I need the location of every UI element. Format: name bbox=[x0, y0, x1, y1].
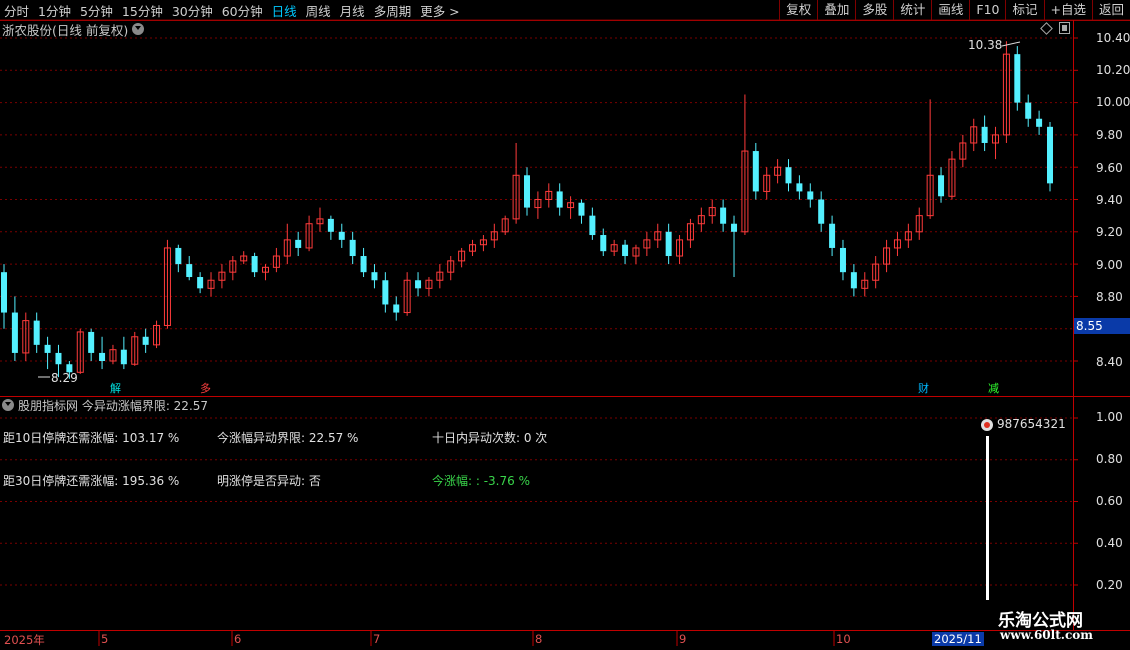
high-price-label: 10.38 bbox=[968, 38, 1003, 52]
flag-icon-center bbox=[984, 422, 990, 428]
candle-body bbox=[731, 223, 738, 232]
y-tick: 10.00 bbox=[1096, 95, 1130, 109]
indicator-text: 明涨停是否异动: 否 bbox=[217, 474, 321, 488]
candle-body bbox=[11, 312, 18, 353]
candle-body bbox=[88, 331, 95, 353]
candle-body bbox=[622, 244, 629, 257]
candle-body bbox=[120, 349, 127, 365]
sub-y-tick: 0.80 bbox=[1096, 452, 1123, 466]
candle-body bbox=[327, 218, 334, 232]
low-price-label: 8.29 bbox=[51, 371, 78, 385]
indicator-title: 股朋指标网 今异动涨幅界限: 22.57 bbox=[18, 398, 209, 413]
candle-body bbox=[600, 235, 607, 252]
candle-body bbox=[371, 272, 378, 281]
grid-lines bbox=[0, 37, 1078, 586]
chart-frame bbox=[0, 20, 1130, 646]
candle-body bbox=[338, 231, 345, 240]
candlestick-series bbox=[1, 41, 1053, 600]
candle-body bbox=[796, 183, 803, 192]
event-marker[interactable]: 多 bbox=[200, 380, 211, 396]
event-marker[interactable]: 减 bbox=[988, 380, 999, 396]
candle-body bbox=[524, 175, 530, 208]
date-label: 6 bbox=[234, 632, 242, 646]
sub-y-tick: 0.20 bbox=[1096, 578, 1123, 592]
candle-body bbox=[807, 191, 814, 200]
candle-body bbox=[938, 175, 945, 197]
date-label: 9 bbox=[679, 632, 687, 646]
candle-body bbox=[251, 256, 258, 273]
candle-body bbox=[382, 280, 389, 305]
sub-y-tick: 1.00 bbox=[1096, 410, 1123, 424]
candle-body bbox=[981, 126, 988, 143]
indicator-text: 十日内异动次数: 0 次 bbox=[432, 431, 548, 445]
indicator-text: 今涨幅: : -3.76 % bbox=[432, 474, 530, 488]
candle-body bbox=[175, 247, 182, 265]
candle-body bbox=[720, 207, 727, 224]
indicator-text: 距30日停牌还需涨幅: 195.36 % bbox=[3, 474, 180, 488]
stock-title: 浙农股份(日线 前复权) bbox=[2, 22, 129, 38]
candle-body bbox=[839, 247, 846, 273]
indicator-text: 距10日停牌还需涨幅: 103.17 % bbox=[3, 431, 180, 445]
date-label: 8 bbox=[535, 632, 543, 646]
sub-y-tick: 0.60 bbox=[1096, 494, 1123, 508]
indicator-header: 股朋指标网 今异动涨幅界限: 22.57 bbox=[2, 397, 208, 413]
y-tick: 9.60 bbox=[1096, 161, 1123, 175]
panel-toggle-icon[interactable] bbox=[1059, 22, 1070, 34]
chart-area[interactable] bbox=[0, 0, 1130, 650]
chevron-down-icon[interactable] bbox=[2, 399, 14, 411]
candle-body bbox=[349, 239, 356, 257]
candle-body bbox=[186, 264, 193, 278]
date-label: 2025年 bbox=[4, 633, 45, 647]
chevron-down-icon[interactable] bbox=[132, 23, 145, 35]
candle-body bbox=[829, 223, 836, 248]
main-chart-header: 浙农股份(日线 前复权) bbox=[2, 21, 145, 38]
candle-body bbox=[142, 336, 149, 345]
candle-body bbox=[197, 277, 204, 289]
watermark-url: www.60lt.com bbox=[1000, 628, 1093, 642]
candle-body bbox=[393, 304, 400, 313]
sub-y-tick: 0.40 bbox=[1096, 536, 1123, 550]
candle-body bbox=[665, 231, 672, 257]
candle-body bbox=[785, 167, 792, 184]
active-date-label: 2025/11 bbox=[932, 632, 984, 646]
current-price-badge: 8.55 bbox=[1074, 318, 1130, 334]
date-label: 5 bbox=[101, 632, 109, 646]
candle-body bbox=[752, 151, 759, 192]
indicator-bar bbox=[986, 436, 989, 600]
candle-body bbox=[99, 352, 106, 361]
event-marker[interactable]: 解 bbox=[110, 380, 121, 396]
indicator-text: 今涨幅异动界限: 22.57 % bbox=[217, 431, 359, 445]
candle-body bbox=[1014, 54, 1021, 103]
y-tick: 8.40 bbox=[1096, 355, 1123, 369]
candle-body bbox=[55, 352, 62, 365]
candle-body bbox=[850, 272, 857, 289]
date-label: 10 bbox=[836, 632, 851, 646]
candle-body bbox=[589, 215, 596, 236]
y-tick: 10.40 bbox=[1096, 31, 1130, 45]
y-tick: 10.20 bbox=[1096, 63, 1130, 77]
date-label: 7 bbox=[373, 632, 381, 646]
high-pointer bbox=[1001, 41, 1021, 47]
candle-body bbox=[415, 280, 422, 289]
indicator-value-label: 987654321 bbox=[997, 417, 1066, 431]
candle-body bbox=[1, 272, 7, 313]
candle-body bbox=[44, 344, 51, 353]
candle-body bbox=[1047, 126, 1053, 184]
candle-body bbox=[1036, 118, 1043, 127]
candle-body bbox=[360, 256, 367, 273]
event-marker[interactable]: 财 bbox=[918, 380, 929, 396]
candle-body bbox=[1025, 102, 1032, 119]
candle-body bbox=[818, 199, 825, 224]
y-tick: 9.00 bbox=[1096, 258, 1123, 272]
candle-body bbox=[578, 202, 585, 216]
y-tick: 9.80 bbox=[1096, 128, 1123, 142]
y-tick: 9.20 bbox=[1096, 225, 1123, 239]
y-tick: 9.40 bbox=[1096, 193, 1123, 207]
y-tick: 8.80 bbox=[1096, 290, 1123, 304]
candle-body bbox=[295, 239, 302, 248]
candle-body bbox=[556, 191, 563, 208]
candle-body bbox=[33, 320, 40, 345]
